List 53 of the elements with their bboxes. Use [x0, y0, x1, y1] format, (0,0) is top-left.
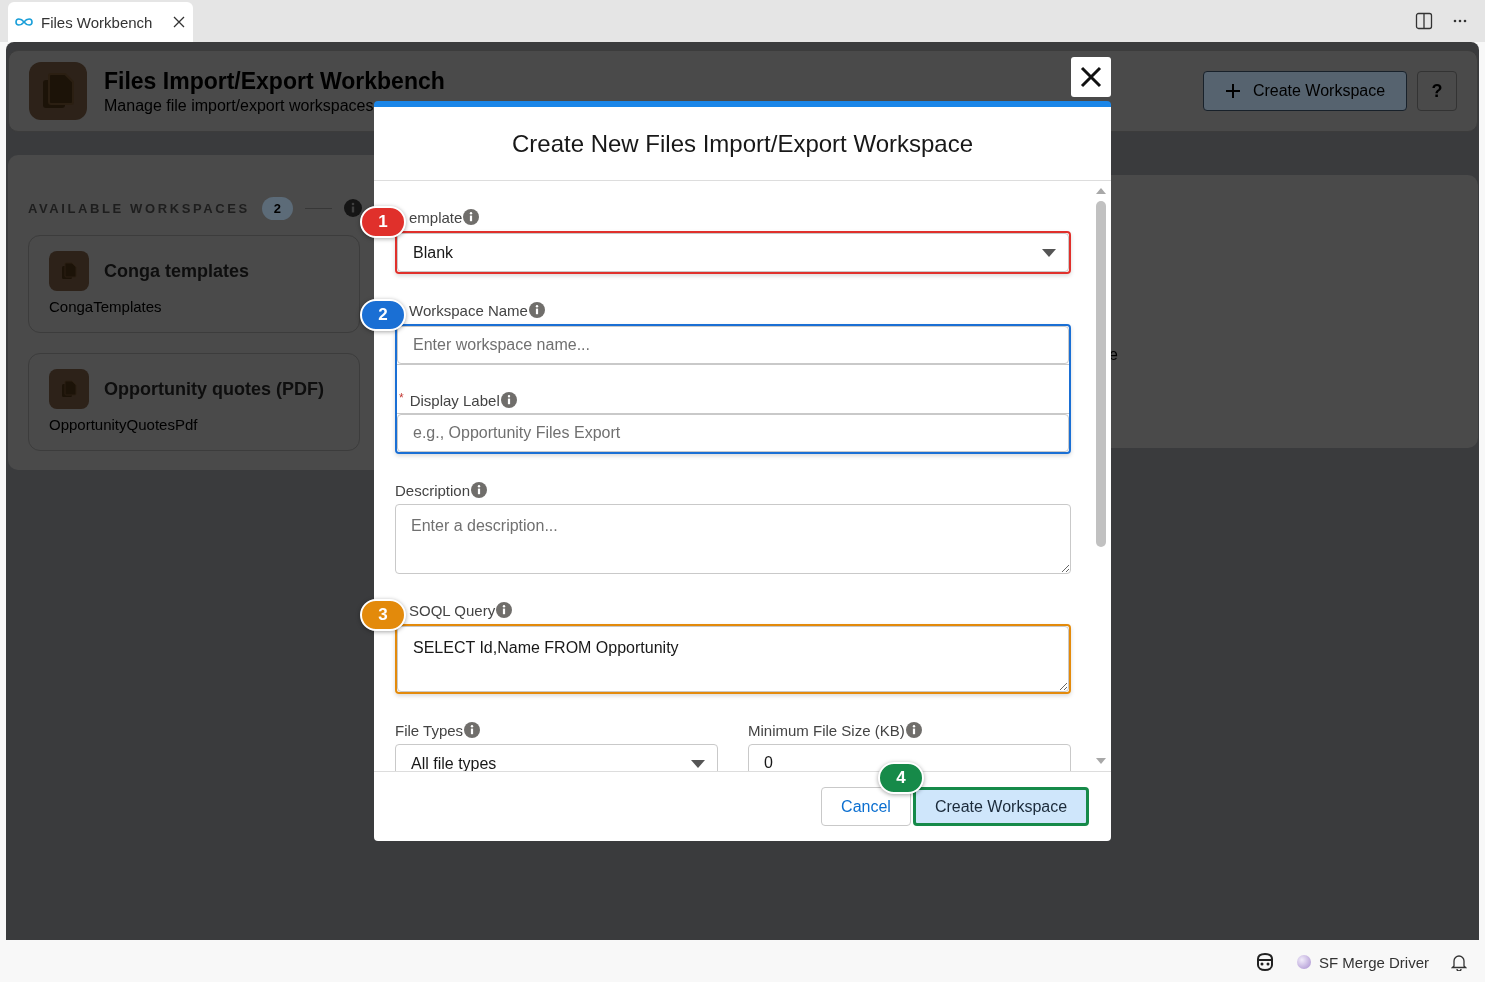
info-icon[interactable] — [905, 722, 922, 738]
info-icon[interactable] — [471, 482, 488, 498]
bell-icon[interactable] — [1451, 953, 1467, 971]
close-button[interactable] — [1071, 57, 1111, 97]
page-subtitle: Manage file import/export workspaces — [104, 96, 374, 115]
copilot-icon[interactable] — [1254, 953, 1275, 971]
status-dot-icon — [1296, 955, 1311, 969]
cancel-button[interactable]: Cancel — [821, 787, 911, 826]
field-label: Workspace Name — [409, 301, 528, 319]
close-icon[interactable] — [173, 16, 185, 28]
field-label: Display Label — [409, 391, 500, 409]
editor-tab[interactable]: Files Workbench — [8, 2, 193, 42]
info-icon[interactable] — [463, 209, 480, 225]
more-icon[interactable] — [1453, 19, 1467, 23]
plus-icon — [1224, 83, 1241, 99]
info-icon[interactable] — [464, 722, 481, 738]
status-item[interactable]: SF Merge Driver — [1318, 953, 1429, 971]
info-icon[interactable] — [496, 602, 513, 618]
files-icon — [49, 369, 89, 409]
info-icon[interactable] — [500, 392, 517, 408]
field-label: Description — [395, 481, 471, 499]
text-area[interactable]: SELECT Id,Name FROM Opportunity — [397, 626, 1069, 692]
required-mark: * — [399, 391, 404, 405]
select-field[interactable]: All file types — [395, 744, 718, 771]
input-field[interactable]: e.g., Opportunity Files Export — [397, 414, 1069, 452]
infinity-icon — [14, 17, 34, 27]
tab-title: Files Workbench — [41, 13, 154, 31]
select-field[interactable]: Blank — [397, 233, 1069, 272]
step-badge: 2 — [360, 299, 406, 331]
count-badge: 2 — [261, 196, 293, 220]
workspace-name: Opportunity quotes (PDF) — [104, 378, 324, 400]
close-icon — [1080, 66, 1102, 88]
field-label: SOQL Query — [409, 601, 496, 619]
workspace-api-name: OpportunityQuotesPdf — [49, 416, 199, 433]
input-field[interactable]: Enter workspace name... — [397, 326, 1069, 364]
modal-title: Create New Files Import/Export Workspace — [511, 129, 973, 158]
split-editor-icon[interactable] — [1415, 12, 1433, 30]
text-area[interactable]: Enter a description... — [395, 504, 1071, 574]
caret-down-icon — [1042, 248, 1056, 257]
step-badge: 3 — [360, 599, 406, 631]
field-label: File Types — [395, 721, 464, 739]
workspace-api-name: CongaTemplates — [49, 298, 163, 315]
files-icon — [29, 62, 87, 120]
step-badge: 1 — [360, 206, 406, 238]
caret-down-icon — [691, 759, 705, 768]
field-label: Minimum File Size (KB) — [748, 721, 905, 739]
create-workspace-button[interactable]: Create Workspace — [913, 787, 1089, 826]
workspace-name: Conga templates — [104, 260, 250, 282]
files-icon — [49, 251, 89, 291]
input-field[interactable]: 0 — [748, 744, 1071, 771]
page-title: Files Import/Export Workbench — [104, 67, 445, 95]
info-icon[interactable] — [528, 302, 545, 318]
field-label: emplate — [409, 208, 463, 226]
